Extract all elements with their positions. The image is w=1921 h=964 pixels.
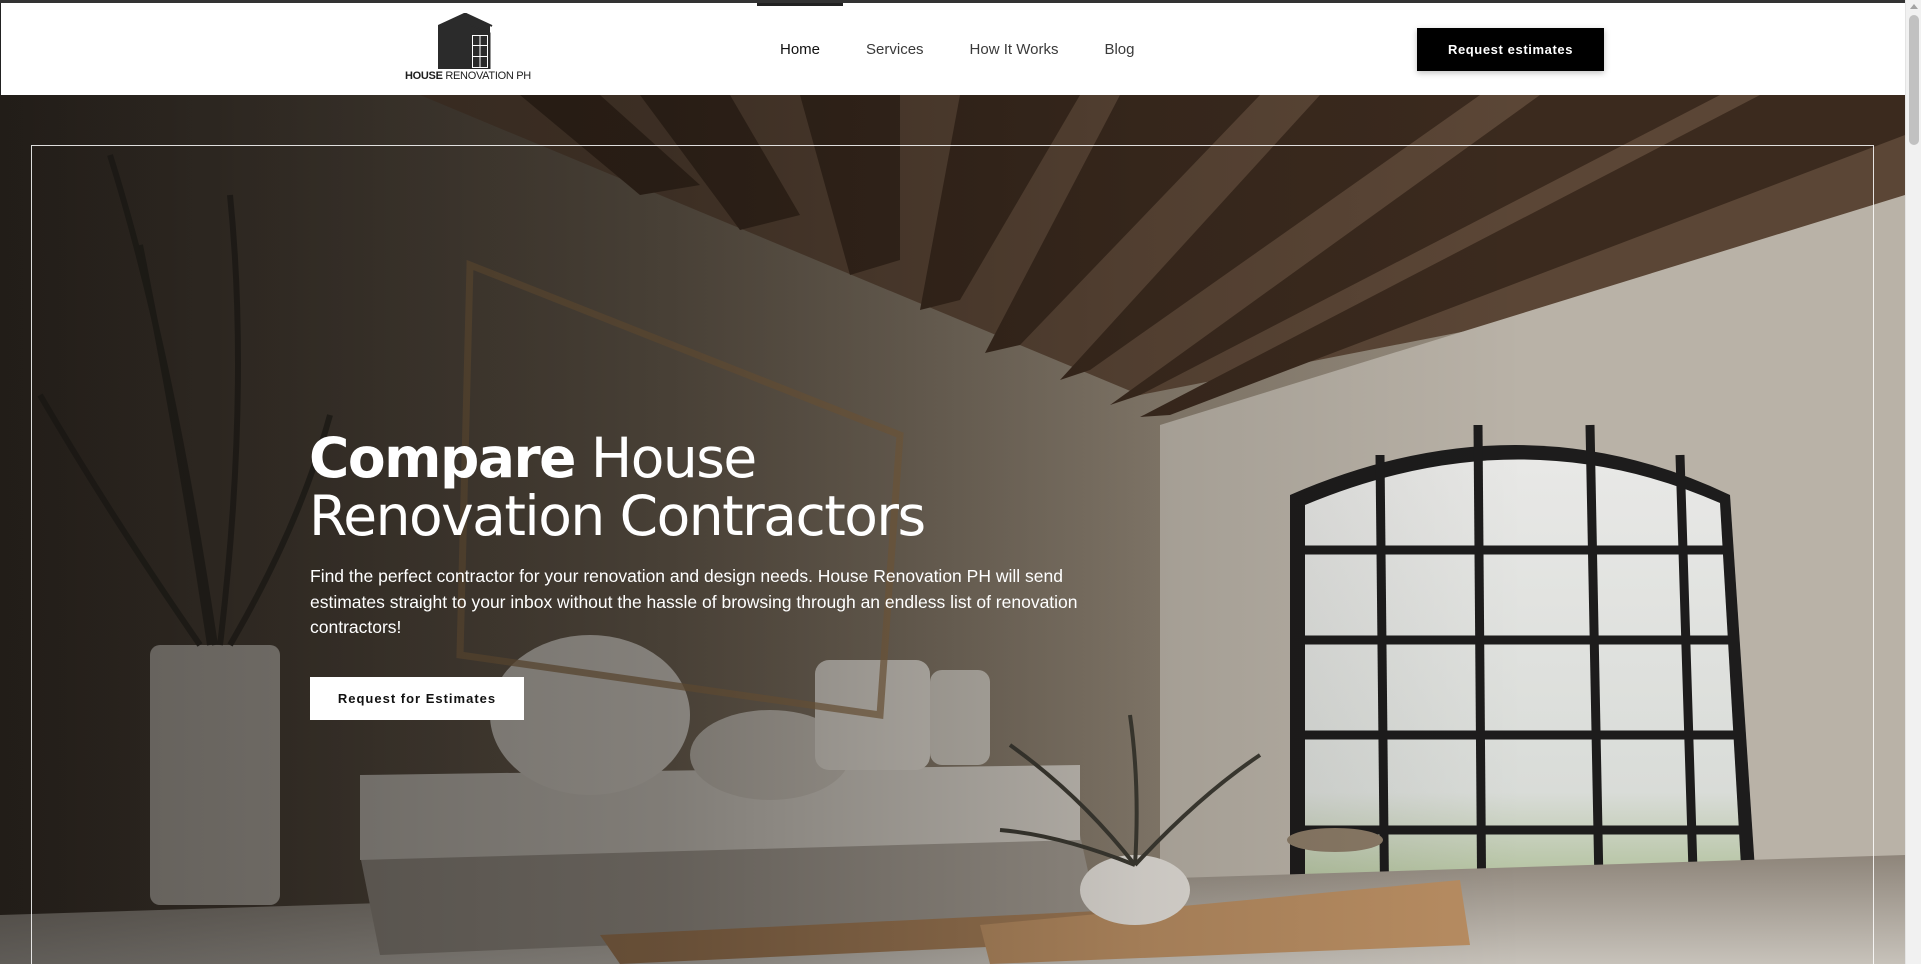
page: HOUSE RENOVATION PH Home Services How It…	[0, 0, 1921, 964]
nav-blog[interactable]: Blog	[1081, 3, 1157, 95]
hero-title-light-1: House	[574, 426, 757, 490]
hero-section: Compare House Renovation Contractors Fin…	[0, 95, 1905, 964]
hero-title: Compare House Renovation Contractors	[309, 429, 1209, 545]
hero-frame-border	[31, 145, 1874, 964]
scrollbar-thumb[interactable]	[1909, 15, 1919, 145]
hero-title-light-2: Renovation Contractors	[309, 484, 926, 548]
site-logo[interactable]: HOUSE RENOVATION PH	[405, 13, 531, 85]
scroll-up-arrow-icon[interactable]	[1910, 4, 1918, 9]
vertical-scrollbar[interactable]	[1905, 0, 1921, 964]
request-estimates-button[interactable]: Request estimates	[1417, 28, 1604, 71]
logo-wordmark: HOUSE RENOVATION PH	[405, 70, 531, 82]
site-header: HOUSE RENOVATION PH Home Services How It…	[0, 3, 1905, 95]
nav-services[interactable]: Services	[843, 3, 947, 95]
hero-subtitle: Find the perfect contractor for your ren…	[310, 566, 1078, 637]
nav-home[interactable]: Home	[757, 3, 844, 95]
request-for-estimates-button[interactable]: Request for Estimates	[310, 677, 524, 720]
house-logo-icon	[438, 13, 493, 69]
main-nav: Home Services How It Works Blog	[757, 3, 1157, 95]
nav-how-it-works[interactable]: How It Works	[947, 3, 1082, 95]
hero-title-bold: Compare	[309, 426, 576, 490]
